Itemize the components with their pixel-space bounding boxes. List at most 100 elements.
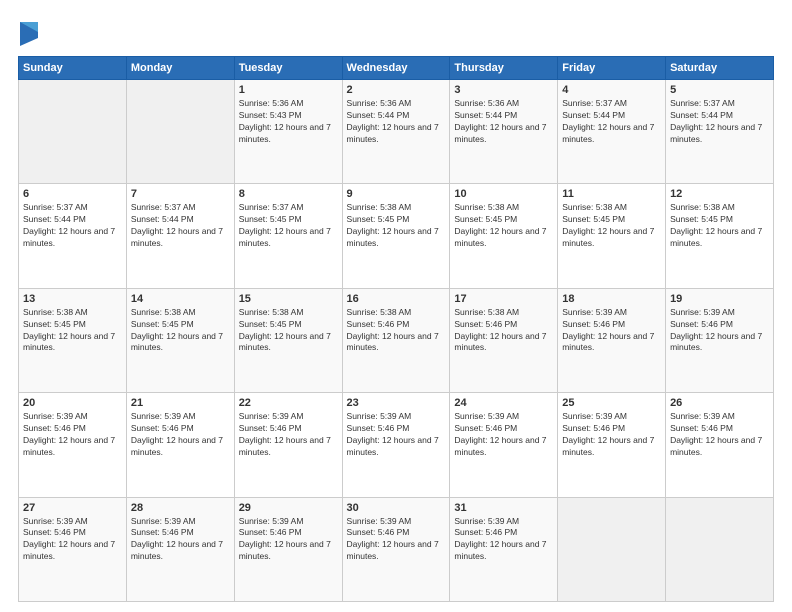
day-info: Sunrise: 5:38 AMSunset: 5:45 PMDaylight:… bbox=[562, 202, 661, 250]
day-cell: 26 Sunrise: 5:39 AMSunset: 5:46 PMDayligh… bbox=[666, 393, 774, 497]
day-cell: 13 Sunrise: 5:38 AMSunset: 5:45 PMDayligh… bbox=[19, 288, 127, 392]
day-info: Sunrise: 5:37 AMSunset: 5:44 PMDaylight:… bbox=[131, 202, 230, 250]
day-info: Sunrise: 5:39 AMSunset: 5:46 PMDaylight:… bbox=[347, 411, 446, 459]
day-number: 12 bbox=[670, 188, 769, 200]
day-cell: 27Sunrise: 5:39 AMSunset: 5:46 PMDayligh… bbox=[19, 497, 127, 601]
day-cell: 28 Sunrise: 5:39 AMSunset: 5:46 PMDayligh… bbox=[126, 497, 234, 601]
day-info: Sunrise: 5:39 AMSunset: 5:46 PMDaylight:… bbox=[131, 411, 230, 459]
day-info: Sunrise: 5:39 AMSunset: 5:46 PMDaylight:… bbox=[454, 516, 553, 564]
week-row-0: 1Sunrise: 5:36 AMSunset: 5:43 PMDaylight… bbox=[19, 80, 774, 184]
day-cell: 10Sunrise: 5:38 AMSunset: 5:45 PMDayligh… bbox=[450, 184, 558, 288]
day-cell: 31 Sunrise: 5:39 AMSunset: 5:46 PMDayligh… bbox=[450, 497, 558, 601]
day-number: 2 bbox=[347, 84, 446, 96]
day-cell: 24Sunrise: 5:39 AMSunset: 5:46 PMDayligh… bbox=[450, 393, 558, 497]
day-number: 28 bbox=[131, 502, 230, 514]
day-info: Sunrise: 5:39 AMSunset: 5:46 PMDaylight:… bbox=[670, 411, 769, 459]
day-number: 16 bbox=[347, 293, 446, 305]
day-cell: 22 Sunrise: 5:39 AMSunset: 5:46 PMDayligh… bbox=[234, 393, 342, 497]
day-info: Sunrise: 5:39 AMSunset: 5:46 PMDaylight:… bbox=[562, 307, 661, 355]
day-number: 4 bbox=[562, 84, 661, 96]
day-number: 22 bbox=[239, 397, 338, 409]
weekday-header-thursday: Thursday bbox=[450, 57, 558, 80]
day-info: Sunrise: 5:37 AMSunset: 5:44 PMDaylight:… bbox=[23, 202, 122, 250]
day-cell: 23 Sunrise: 5:39 AMSunset: 5:46 PMDayligh… bbox=[342, 393, 450, 497]
weekday-header-wednesday: Wednesday bbox=[342, 57, 450, 80]
calendar-table: SundayMondayTuesdayWednesdayThursdayFrid… bbox=[18, 56, 774, 602]
day-cell: 18 Sunrise: 5:39 AMSunset: 5:46 PMDayligh… bbox=[558, 288, 666, 392]
day-info: Sunrise: 5:39 AMSunset: 5:46 PMDaylight:… bbox=[239, 516, 338, 564]
day-info: Sunrise: 5:37 AMSunset: 5:45 PMDaylight:… bbox=[239, 202, 338, 250]
day-number: 17 bbox=[454, 293, 553, 305]
day-number: 14 bbox=[131, 293, 230, 305]
day-cell: 17 Sunrise: 5:38 AMSunset: 5:46 PMDayligh… bbox=[450, 288, 558, 392]
weekday-header-row: SundayMondayTuesdayWednesdayThursdayFrid… bbox=[19, 57, 774, 80]
day-info: Sunrise: 5:37 AMSunset: 5:44 PMDaylight:… bbox=[562, 98, 661, 146]
day-cell: 12 Sunrise: 5:38 AMSunset: 5:45 PMDayligh… bbox=[666, 184, 774, 288]
day-cell bbox=[126, 80, 234, 184]
day-cell: 15Sunrise: 5:38 AMSunset: 5:45 PMDayligh… bbox=[234, 288, 342, 392]
day-info: Sunrise: 5:39 AMSunset: 5:46 PMDaylight:… bbox=[239, 411, 338, 459]
day-number: 11 bbox=[562, 188, 661, 200]
day-cell bbox=[558, 497, 666, 601]
day-info: Sunrise: 5:39 AMSunset: 5:46 PMDaylight:… bbox=[131, 516, 230, 564]
day-number: 18 bbox=[562, 293, 661, 305]
weekday-header-monday: Monday bbox=[126, 57, 234, 80]
day-info: Sunrise: 5:36 AMSunset: 5:44 PMDaylight:… bbox=[454, 98, 553, 146]
day-cell: 5Sunrise: 5:37 AMSunset: 5:44 PMDaylight… bbox=[666, 80, 774, 184]
week-row-4: 27Sunrise: 5:39 AMSunset: 5:46 PMDayligh… bbox=[19, 497, 774, 601]
calendar-header: SundayMondayTuesdayWednesdayThursdayFrid… bbox=[19, 57, 774, 80]
weekday-header-tuesday: Tuesday bbox=[234, 57, 342, 80]
day-info: Sunrise: 5:38 AMSunset: 5:45 PMDaylight:… bbox=[670, 202, 769, 250]
day-info: Sunrise: 5:39 AMSunset: 5:46 PMDaylight:… bbox=[347, 516, 446, 564]
day-number: 7 bbox=[131, 188, 230, 200]
day-number: 19 bbox=[670, 293, 769, 305]
day-cell: 3Sunrise: 5:36 AMSunset: 5:44 PMDaylight… bbox=[450, 80, 558, 184]
day-cell: 6Sunrise: 5:37 AMSunset: 5:44 PMDaylight… bbox=[19, 184, 127, 288]
page: SundayMondayTuesdayWednesdayThursdayFrid… bbox=[0, 0, 792, 612]
day-cell: 16 Sunrise: 5:38 AMSunset: 5:46 PMDayligh… bbox=[342, 288, 450, 392]
day-cell: 7 Sunrise: 5:37 AMSunset: 5:44 PMDaylight… bbox=[126, 184, 234, 288]
day-cell bbox=[19, 80, 127, 184]
weekday-header-sunday: Sunday bbox=[19, 57, 127, 80]
day-number: 9 bbox=[347, 188, 446, 200]
day-cell: 29 Sunrise: 5:39 AMSunset: 5:46 PMDayligh… bbox=[234, 497, 342, 601]
day-info: Sunrise: 5:39 AMSunset: 5:46 PMDaylight:… bbox=[23, 516, 122, 564]
day-info: Sunrise: 5:38 AMSunset: 5:46 PMDaylight:… bbox=[454, 307, 553, 355]
day-info: Sunrise: 5:39 AMSunset: 5:46 PMDaylight:… bbox=[23, 411, 122, 459]
day-info: Sunrise: 5:38 AMSunset: 5:45 PMDaylight:… bbox=[131, 307, 230, 355]
day-cell: 8 Sunrise: 5:37 AMSunset: 5:45 PMDaylight… bbox=[234, 184, 342, 288]
day-cell: 14 Sunrise: 5:38 AMSunset: 5:45 PMDayligh… bbox=[126, 288, 234, 392]
day-info: Sunrise: 5:39 AMSunset: 5:46 PMDaylight:… bbox=[562, 411, 661, 459]
day-number: 23 bbox=[347, 397, 446, 409]
day-number: 31 bbox=[454, 502, 553, 514]
day-number: 13 bbox=[23, 293, 122, 305]
day-number: 30 bbox=[347, 502, 446, 514]
calendar-body: 1Sunrise: 5:36 AMSunset: 5:43 PMDaylight… bbox=[19, 80, 774, 602]
day-cell: 11 Sunrise: 5:38 AMSunset: 5:45 PMDayligh… bbox=[558, 184, 666, 288]
day-number: 8 bbox=[239, 188, 338, 200]
day-number: 26 bbox=[670, 397, 769, 409]
logo-icon bbox=[18, 18, 40, 46]
day-cell: 20 Sunrise: 5:39 AMSunset: 5:46 PMDayligh… bbox=[19, 393, 127, 497]
day-number: 21 bbox=[131, 397, 230, 409]
day-cell: 2 Sunrise: 5:36 AMSunset: 5:44 PMDaylight… bbox=[342, 80, 450, 184]
day-number: 5 bbox=[670, 84, 769, 96]
day-info: Sunrise: 5:38 AMSunset: 5:45 PMDaylight:… bbox=[454, 202, 553, 250]
day-cell: 9 Sunrise: 5:38 AMSunset: 5:45 PMDaylight… bbox=[342, 184, 450, 288]
day-info: Sunrise: 5:38 AMSunset: 5:46 PMDaylight:… bbox=[347, 307, 446, 355]
day-number: 20 bbox=[23, 397, 122, 409]
weekday-header-friday: Friday bbox=[558, 57, 666, 80]
day-number: 29 bbox=[239, 502, 338, 514]
day-info: Sunrise: 5:38 AMSunset: 5:45 PMDaylight:… bbox=[23, 307, 122, 355]
logo bbox=[18, 18, 44, 46]
day-info: Sunrise: 5:38 AMSunset: 5:45 PMDaylight:… bbox=[347, 202, 446, 250]
day-number: 24 bbox=[454, 397, 553, 409]
day-number: 1 bbox=[239, 84, 338, 96]
day-cell bbox=[666, 497, 774, 601]
week-row-2: 13 Sunrise: 5:38 AMSunset: 5:45 PMDayligh… bbox=[19, 288, 774, 392]
week-row-1: 6Sunrise: 5:37 AMSunset: 5:44 PMDaylight… bbox=[19, 184, 774, 288]
weekday-header-saturday: Saturday bbox=[666, 57, 774, 80]
day-info: Sunrise: 5:36 AMSunset: 5:44 PMDaylight:… bbox=[347, 98, 446, 146]
day-cell: 19Sunrise: 5:39 AMSunset: 5:46 PMDayligh… bbox=[666, 288, 774, 392]
day-cell: 1Sunrise: 5:36 AMSunset: 5:43 PMDaylight… bbox=[234, 80, 342, 184]
